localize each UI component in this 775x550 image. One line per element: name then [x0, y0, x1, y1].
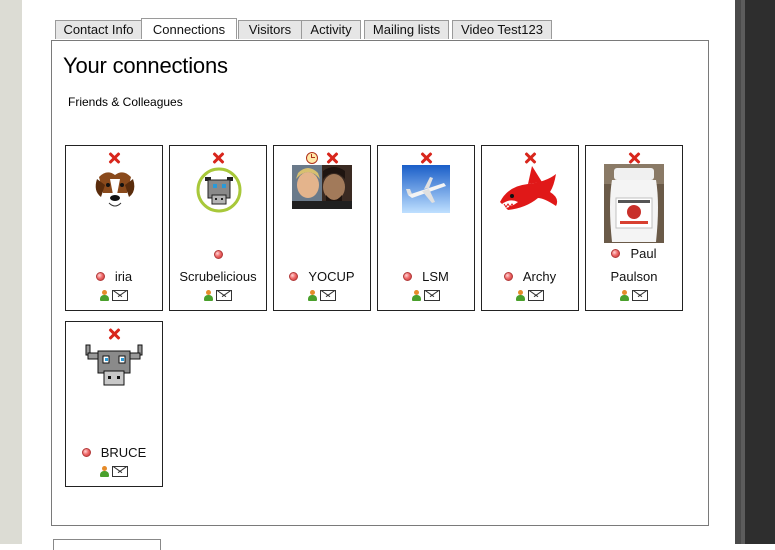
remove-icon[interactable] — [420, 152, 432, 164]
tab-activity[interactable]: Activity — [301, 20, 361, 39]
pixel-cow-icon — [85, 344, 143, 386]
profile-icon[interactable] — [308, 290, 317, 302]
mail-icon[interactable] — [528, 290, 544, 301]
remove-icon[interactable] — [524, 152, 536, 164]
connection-name[interactable]: LSM — [422, 269, 449, 284]
remove-icon[interactable] — [326, 152, 338, 164]
sauce-bottle-photo-icon — [604, 164, 664, 243]
tab-visitors[interactable]: Visitors — [238, 20, 302, 39]
contact-actions — [586, 290, 682, 302]
connection-name-last[interactable]: Paulson — [586, 269, 682, 284]
connection-card: LSM — [377, 145, 475, 311]
remove-icon[interactable] — [212, 152, 224, 164]
mail-icon[interactable] — [424, 290, 440, 301]
tab-connections[interactable]: Connections — [141, 18, 237, 39]
avatar[interactable] — [194, 165, 244, 215]
connection-card: YOCUP — [273, 145, 371, 311]
tab-mailing-lists[interactable]: Mailing lists — [364, 20, 449, 39]
connection-card: Scrubelicious — [169, 145, 267, 311]
profile-icon[interactable] — [100, 290, 109, 302]
page-title: Your connections — [63, 53, 228, 78]
group-heading: Friends & Colleagues — [68, 95, 183, 109]
tab-video-test123[interactable]: Video Test123 — [452, 20, 552, 39]
profile-icon[interactable] — [100, 466, 109, 478]
avatar[interactable] — [84, 341, 144, 391]
mail-icon[interactable] — [216, 290, 232, 301]
mail-icon[interactable] — [112, 466, 128, 477]
status-offline-icon — [289, 272, 299, 281]
contact-actions — [66, 466, 162, 478]
connection-name-row: iria — [66, 269, 162, 284]
avatar[interactable] — [292, 165, 352, 209]
status-offline-icon — [81, 448, 91, 457]
left-gutter — [0, 0, 22, 544]
connection-name[interactable]: Archy — [523, 269, 556, 284]
contact-actions — [170, 290, 266, 302]
tab-contact-info[interactable]: Contact Info — [55, 20, 142, 39]
remove-icon[interactable] — [628, 152, 640, 164]
two-people-photo-icon — [292, 165, 352, 209]
profile-icon[interactable] — [516, 290, 525, 302]
avatar[interactable] — [604, 164, 664, 243]
mail-icon[interactable] — [112, 290, 128, 301]
status-offline-icon — [611, 249, 621, 258]
contact-actions — [66, 290, 162, 302]
connection-card: Paul Paulson — [585, 145, 683, 311]
avatar[interactable] — [402, 165, 450, 213]
airplane-photo-icon — [402, 165, 450, 213]
window-edge-scrollbar[interactable] — [735, 0, 775, 544]
connection-name[interactable]: YOCUP — [308, 269, 354, 284]
connection-name-row: BRUCE — [66, 445, 162, 460]
contact-actions — [274, 290, 370, 302]
connection-name-first[interactable]: Paul — [630, 246, 656, 261]
connection-card: iria — [65, 145, 163, 311]
contact-actions — [482, 290, 578, 302]
contact-actions — [378, 290, 474, 302]
remove-icon[interactable] — [108, 328, 120, 340]
status-offline-icon — [403, 272, 413, 281]
rail-highlight — [741, 0, 745, 544]
avatar[interactable] — [93, 165, 137, 213]
profile-icon[interactable] — [620, 290, 629, 302]
status-offline-icon — [503, 272, 513, 281]
connection-name-row: YOCUP — [274, 269, 370, 284]
status-offline-icon — [95, 272, 105, 281]
red-shark-icon — [500, 166, 558, 210]
dog-photo-icon — [93, 165, 137, 213]
next-section-box — [53, 539, 161, 550]
connection-card: Archy — [481, 145, 579, 311]
mail-icon[interactable] — [632, 290, 648, 301]
connection-name[interactable]: BRUCE — [101, 445, 147, 460]
profile-icon[interactable] — [204, 290, 213, 302]
clock-icon[interactable] — [306, 152, 318, 164]
connection-name-row: Archy — [482, 269, 578, 284]
profile-icon[interactable] — [412, 290, 421, 302]
connections-panel: Your connections Friends & Colleagues ir… — [51, 40, 709, 526]
connection-status-row — [170, 247, 266, 262]
connection-name[interactable]: iria — [115, 269, 132, 284]
connection-name-row: LSM — [378, 269, 474, 284]
status-offline-icon — [213, 250, 223, 259]
mail-icon[interactable] — [320, 290, 336, 301]
remove-icon[interactable] — [108, 152, 120, 164]
pixel-cow-icon — [196, 167, 242, 213]
avatar[interactable] — [498, 164, 562, 222]
connection-name-row: Paul — [586, 246, 682, 261]
connection-name[interactable]: Scrubelicious — [170, 269, 266, 284]
connection-card: BRUCE — [65, 321, 163, 487]
